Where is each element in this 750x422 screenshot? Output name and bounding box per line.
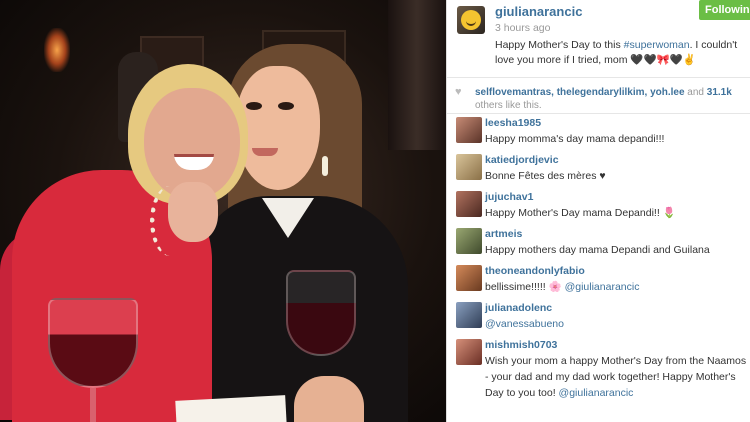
comment-text: Happy Mother's Day mama Depandi!! 🌷 — [485, 207, 676, 219]
comment-username[interactable]: leesha1985 — [485, 114, 750, 129]
post-photo[interactable] — [0, 0, 446, 422]
paper — [175, 395, 287, 422]
comment-item: theoneandonlyfabio bellissime!!!!! 🌸 @gi… — [447, 262, 750, 299]
likes-count[interactable]: 31.1k — [707, 87, 732, 98]
mention-link[interactable]: @vanessabueno — [485, 318, 564, 330]
post-header: giulianarancic 3 hours ago Following Hap… — [447, 0, 750, 78]
mirror — [388, 0, 446, 150]
comment-username[interactable]: jujuchav1 — [485, 188, 750, 203]
avatar[interactable] — [456, 117, 482, 143]
comment-text: Happy momma's day mama depandi!!! — [485, 133, 665, 145]
avatar[interactable] — [456, 265, 482, 291]
post-sidebar: giulianarancic 3 hours ago Following Hap… — [446, 0, 750, 422]
mention-link[interactable]: @giulianarancic — [565, 281, 640, 293]
comment-text: Wish your mom a happy Mother's Day from … — [485, 353, 750, 401]
post-caption: Happy Mother's Day to this #superwoman. … — [495, 38, 745, 68]
comment-text: Bonne Fêtes des mères ♥ — [485, 170, 606, 182]
avatar[interactable] — [456, 191, 482, 217]
avatar[interactable] — [456, 339, 482, 365]
comment-username[interactable]: katiedjordjevic — [485, 151, 750, 166]
comment-text-body: bellissime!!!!! 🌸 — [485, 281, 565, 293]
wall-lamp — [44, 28, 70, 72]
wine-glass — [286, 270, 356, 356]
avatar[interactable] — [456, 302, 482, 328]
post-timestamp[interactable]: 3 hours ago — [495, 22, 550, 34]
caption-text: Happy Mother's Day to this — [495, 39, 624, 51]
heart-icon[interactable]: ♥ — [455, 86, 462, 99]
comment-item: artmeis Happy mothers day mama Depandi a… — [447, 225, 750, 262]
hashtag-link[interactable]: #superwoman — [624, 39, 690, 51]
comment-text: Happy mothers day mama Depandi and Guila… — [485, 244, 710, 256]
comment-username[interactable]: mishmish0703 — [485, 336, 750, 351]
comment-username[interactable]: artmeis — [485, 225, 750, 240]
comment-item: julianadolenc @vanessabueno — [447, 299, 750, 336]
comment-text: @vanessabueno — [485, 316, 750, 332]
comment-item: katiedjordjevic Bonne Fêtes des mères ♥ — [447, 151, 750, 188]
hand — [294, 376, 364, 422]
smiley-icon — [461, 10, 481, 30]
likes-and: and — [684, 87, 707, 98]
post-username[interactable]: giulianarancic — [495, 4, 582, 19]
comment-text: bellissime!!!!! 🌸 @giulianarancic — [485, 279, 750, 295]
comment-item: mishmish0703 Wish your mom a happy Mothe… — [447, 336, 750, 406]
comments-list: leesha1985 Happy momma's day mama depand… — [447, 114, 750, 406]
comment-item: leesha1985 Happy momma's day mama depand… — [447, 114, 750, 151]
avatar[interactable] — [457, 6, 485, 34]
comment-username[interactable]: theoneandonlyfabio — [485, 262, 750, 277]
comment-item: jujuchav1 Happy Mother's Day mama Depand… — [447, 188, 750, 225]
likers-list[interactable]: selflovemantras, thelegendarylilkim, yoh… — [475, 87, 685, 98]
wine-glass — [48, 298, 138, 422]
comment-username[interactable]: julianadolenc — [485, 299, 750, 314]
avatar[interactable] — [456, 154, 482, 180]
mention-link[interactable]: @giulianarancic — [559, 387, 634, 399]
avatar[interactable] — [456, 228, 482, 254]
likes-suffix: others like this. — [475, 100, 542, 111]
following-button[interactable]: Following — [699, 0, 750, 20]
likes-summary: ♥ selflovemantras, thelegendarylilkim, y… — [447, 78, 750, 114]
